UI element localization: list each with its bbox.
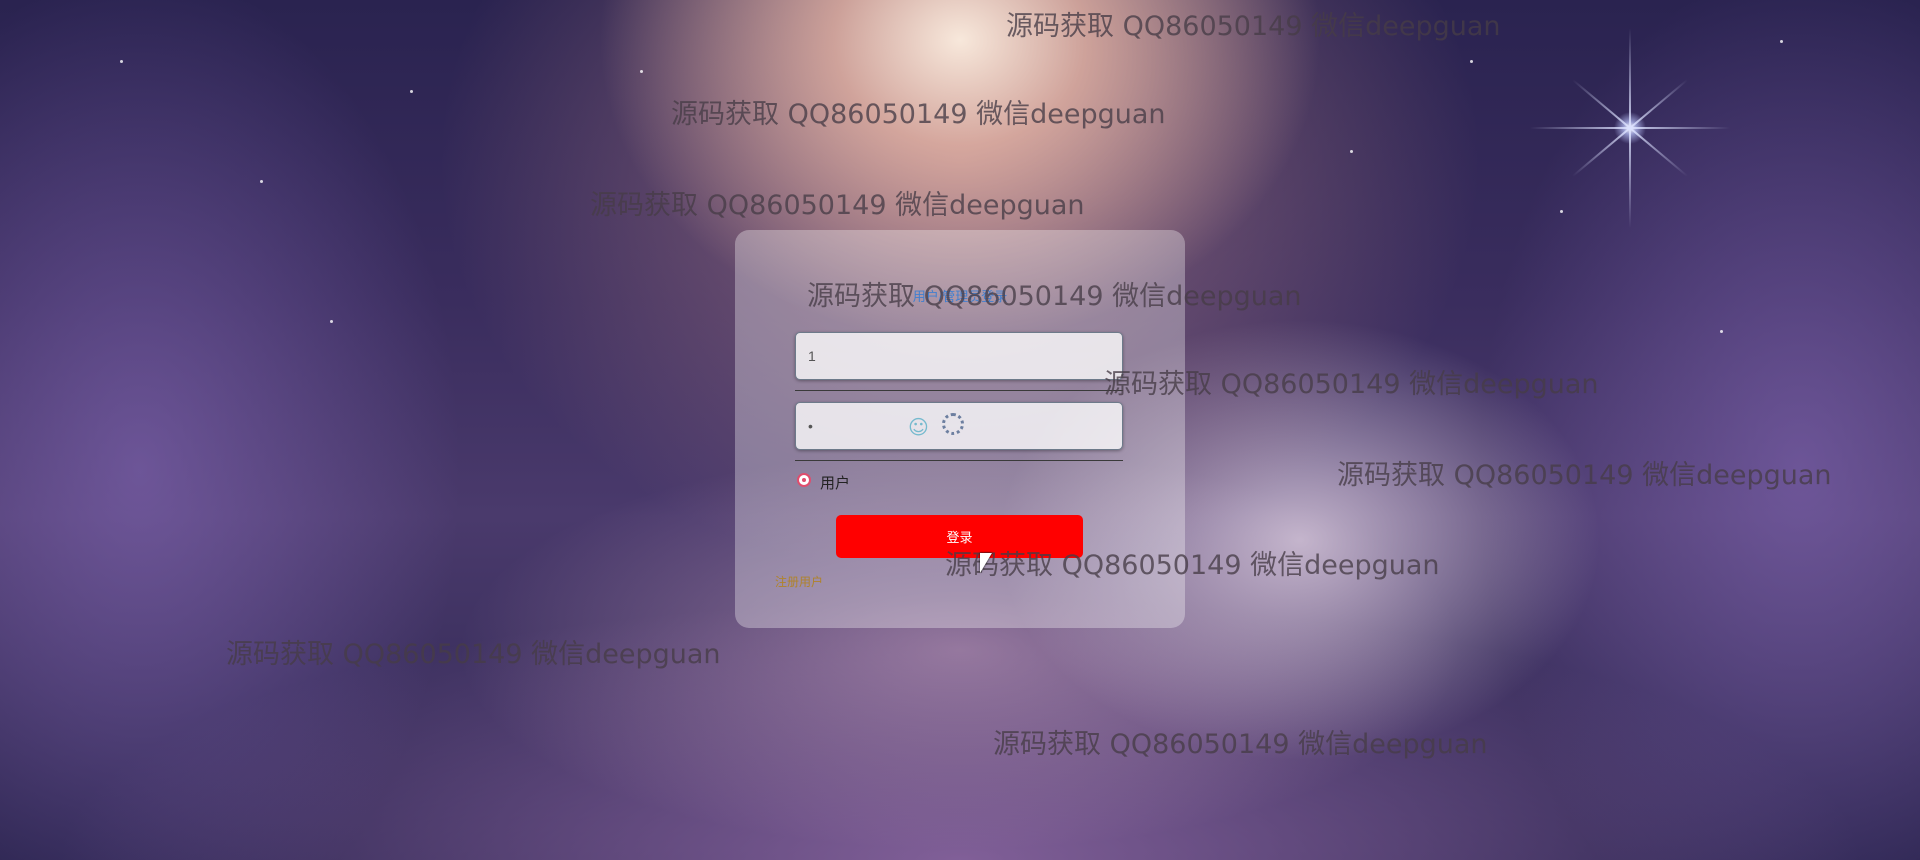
watermark-text: 源码获取 QQ86050149 微信deepguan — [945, 550, 1440, 581]
watermark-text: 源码获取 QQ86050149 微信deepguan — [807, 281, 1302, 312]
register-link[interactable]: 注册用户 — [775, 573, 823, 590]
watermark-text: 源码获取 QQ86050149 微信deepguan — [1006, 11, 1501, 42]
watermark-text: 源码获取 QQ86050149 微信deepguan — [226, 639, 721, 670]
star — [1470, 60, 1473, 63]
star — [1560, 210, 1563, 213]
star — [640, 70, 643, 73]
star — [1350, 150, 1353, 153]
mouse-cursor-icon — [980, 553, 992, 573]
username-field[interactable] — [795, 332, 1123, 380]
star — [120, 60, 123, 63]
watermark-text: 源码获取 QQ86050149 微信deepguan — [993, 729, 1488, 760]
star — [330, 320, 333, 323]
role-label: 用户 — [820, 474, 851, 492]
smiley-icon: ☺ — [908, 415, 929, 439]
username-input[interactable] — [796, 333, 1122, 379]
watermark-text: 源码获取 QQ86050149 微信deepguan — [1337, 460, 1832, 491]
radio-selected-icon[interactable] — [797, 473, 811, 487]
watermark-text: 源码获取 QQ86050149 微信deepguan — [590, 190, 1085, 221]
star — [410, 90, 413, 93]
watermark-text: 源码获取 QQ86050149 微信deepguan — [1104, 369, 1599, 400]
password-underline — [795, 460, 1123, 461]
loading-spinner-icon — [942, 413, 964, 435]
watermark-text: 源码获取 QQ86050149 微信deepguan — [671, 99, 1166, 130]
star — [1780, 40, 1783, 43]
star — [260, 180, 263, 183]
username-underline — [795, 390, 1123, 391]
password-field[interactable]: ☺ — [795, 402, 1123, 450]
star — [1720, 330, 1723, 333]
